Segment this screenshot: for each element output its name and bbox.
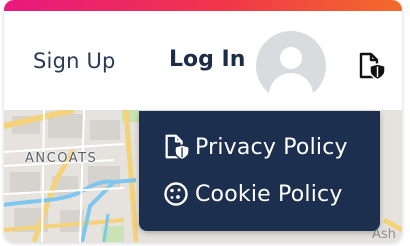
header-bar: Sign Up Log In (4, 11, 402, 110)
menu-item-label: Cookie Policy (195, 181, 343, 207)
document-shield-icon (359, 52, 386, 81)
map-district-label: ANCOATS (25, 151, 98, 166)
cookie-icon (161, 179, 191, 209)
accent-bar (4, 0, 402, 11)
privacy-menu-button[interactable] (356, 51, 386, 81)
signup-link[interactable]: Sign Up (33, 49, 116, 73)
menu-item-label: Privacy Policy (195, 134, 348, 160)
document-shield-icon (161, 132, 191, 162)
menu-item-privacy-policy[interactable]: Privacy Policy (161, 130, 348, 164)
user-avatar-icon[interactable] (256, 31, 326, 101)
login-link[interactable]: Log In (169, 47, 245, 72)
menu-item-cookie-policy[interactable]: Cookie Policy (161, 177, 343, 211)
policy-dropdown-menu: Privacy Policy Cookie Policy (139, 111, 380, 231)
